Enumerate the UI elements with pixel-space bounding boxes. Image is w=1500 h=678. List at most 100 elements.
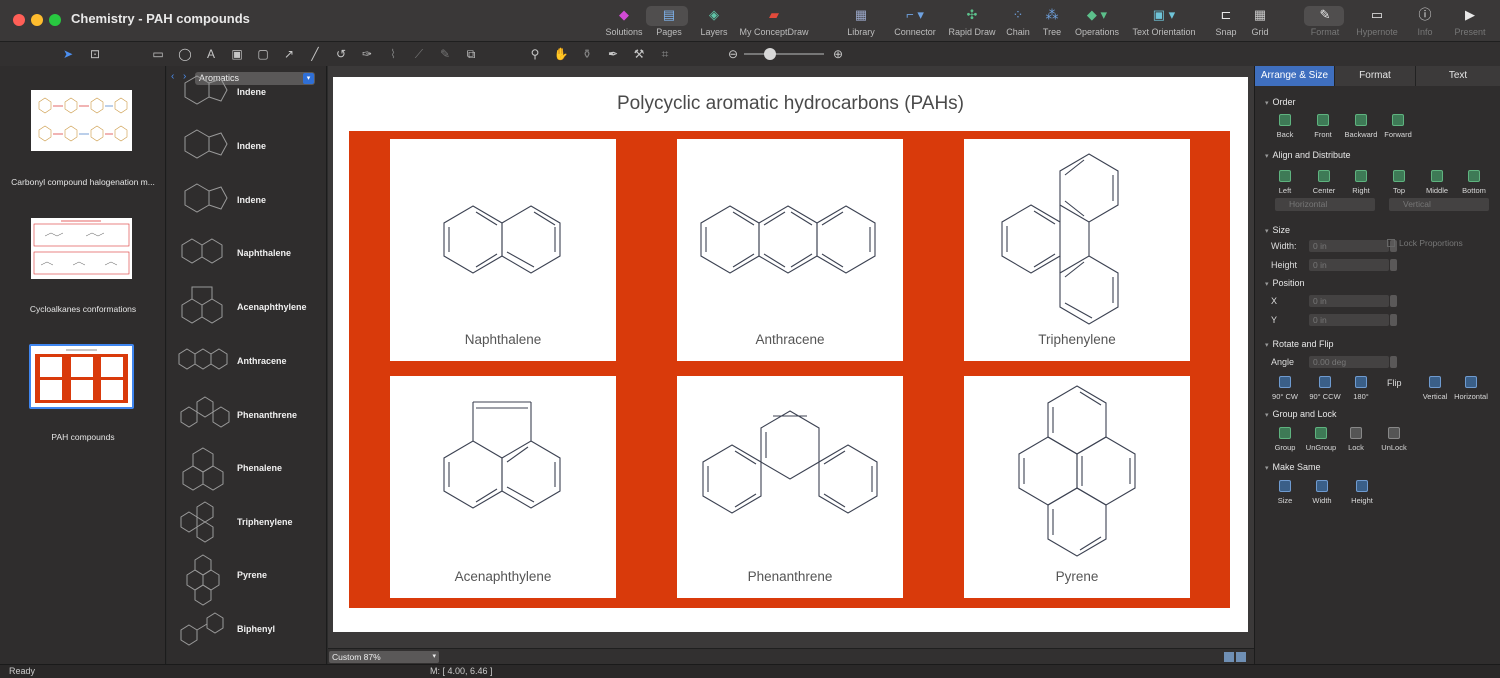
distribute-horizontal-select[interactable]: Horizontal <box>1275 198 1375 211</box>
toolbar-layers[interactable]: ◈ Layers <box>690 6 738 37</box>
tab-arrange-size[interactable]: Arrange & Size <box>1255 66 1335 86</box>
library-item[interactable]: Anthracene <box>167 335 327 387</box>
select-pointer-icon[interactable]: ➤ <box>60 46 76 62</box>
library-item[interactable]: Naphthalene <box>167 227 327 279</box>
library-item[interactable]: Indene <box>167 174 327 226</box>
toolbar-snap[interactable]: ⊏ Snap <box>1210 6 1242 37</box>
search-icon[interactable]: ⚲ <box>527 46 543 62</box>
zoom-slider-thumb[interactable] <box>764 48 776 60</box>
order-back-button[interactable]: Back <box>1267 114 1303 139</box>
make-same-width-button[interactable]: Width <box>1304 480 1340 505</box>
section-rotate-flip[interactable]: ▾ Rotate and Flip <box>1265 339 1334 349</box>
y-stepper[interactable] <box>1390 314 1397 326</box>
toolbar-present[interactable]: ▶ Present <box>1448 6 1492 37</box>
align-top-button[interactable]: Top <box>1381 170 1417 195</box>
toolbar-my-conceptdraw[interactable]: ▰ My ConceptDraw <box>735 6 813 37</box>
section-order[interactable]: ▾ Order <box>1265 97 1296 107</box>
toolbar-operations[interactable]: ◆ ▾ Operations <box>1070 6 1124 37</box>
lock-button[interactable]: Lock <box>1338 427 1374 452</box>
compound-card-naphthalene[interactable]: Naphthalene <box>390 139 616 361</box>
compound-card-anthracene[interactable]: Anthracene <box>677 139 903 361</box>
library-item[interactable]: Phenanthrene <box>167 389 327 441</box>
library-item[interactable]: Acenaphthylene <box>167 281 327 333</box>
section-size[interactable]: ▾ Size <box>1265 225 1290 235</box>
close-window-button[interactable] <box>13 14 25 26</box>
section-group-lock[interactable]: ▾ Group and Lock <box>1265 409 1337 419</box>
polyline-tool-icon[interactable]: ⟋ <box>411 46 427 62</box>
layout-toggle-icon[interactable] <box>1236 652 1246 662</box>
align-center-button[interactable]: Center <box>1306 170 1342 195</box>
diagram-title[interactable]: Polycyclic aromatic hydrocarbons (PAHs) <box>333 93 1248 115</box>
x-position-field[interactable]: 0 in <box>1309 295 1397 307</box>
toolbar-info[interactable]: ⓘ Info <box>1406 6 1444 37</box>
toolbar-format[interactable]: ✎ Format <box>1304 6 1346 37</box>
align-right-button[interactable]: Right <box>1343 170 1379 195</box>
group-button[interactable]: Group <box>1267 427 1303 452</box>
page-thumbnail-cycloalkanes[interactable] <box>31 218 132 279</box>
toolbar-chain[interactable]: ⁘ Chain <box>1000 6 1036 37</box>
minimize-window-button[interactable] <box>31 14 43 26</box>
zoom-in-icon[interactable]: ⊕ <box>830 46 846 62</box>
hand-pan-icon[interactable]: ✋ <box>553 46 569 62</box>
toolbar-solutions[interactable]: ◆ Solutions <box>600 6 648 37</box>
label-tool-icon[interactable]: ▣ <box>229 46 245 62</box>
rotate-180-button[interactable]: 180° <box>1343 376 1379 401</box>
order-forward-button[interactable]: Forward <box>1380 114 1416 139</box>
section-align[interactable]: ▾ Align and Distribute <box>1265 150 1351 160</box>
page-thumbnail-carbonyl[interactable] <box>31 90 132 151</box>
toolbar-hypernote[interactable]: ▭ Hypernote <box>1352 6 1402 37</box>
library-item[interactable]: Triphenylene <box>167 496 327 548</box>
arc-tool-icon[interactable]: ↺ <box>333 46 349 62</box>
rectangle-tool-icon[interactable]: ▭ <box>150 46 166 62</box>
page-thumbnail-pah[interactable] <box>31 346 132 407</box>
make-same-height-button[interactable]: Height <box>1344 480 1380 505</box>
toolbar-library[interactable]: ▦ Library <box>838 6 884 37</box>
ellipse-tool-icon[interactable]: ◯ <box>177 46 193 62</box>
ungroup-button[interactable]: UnGroup <box>1303 427 1339 452</box>
zoom-out-icon[interactable]: ⊖ <box>725 46 741 62</box>
library-item[interactable]: Pyrene <box>167 549 327 606</box>
bezier-tool-icon[interactable]: ⌇ <box>385 46 401 62</box>
section-position[interactable]: ▾ Position <box>1265 278 1305 288</box>
height-field[interactable]: 0 in <box>1309 259 1397 271</box>
zoom-slider[interactable] <box>744 48 824 60</box>
stamp-icon[interactable]: ⚱ <box>579 46 595 62</box>
align-left-button[interactable]: Left <box>1267 170 1303 195</box>
toolbar-tree[interactable]: ⁂ Tree <box>1036 6 1068 37</box>
text-tool-icon[interactable]: A <box>203 46 219 62</box>
toolbar-connector[interactable]: ⌐ ▾ Connector <box>890 6 940 37</box>
order-backward-button[interactable]: Backward <box>1343 114 1379 139</box>
compound-card-acenaphthylene[interactable]: Acenaphthylene <box>390 376 616 598</box>
freehand-tool-icon[interactable]: ✎ <box>437 46 453 62</box>
layout-toggle-icon[interactable] <box>1224 652 1234 662</box>
distribute-vertical-select[interactable]: Vertical <box>1389 198 1489 211</box>
section-make-same[interactable]: ▾ Make Same <box>1265 462 1321 472</box>
eyedropper-icon[interactable]: ✒ <box>605 46 621 62</box>
compound-card-pyrene[interactable]: Pyrene <box>964 376 1190 598</box>
width-field[interactable]: 0 in <box>1309 240 1397 252</box>
library-item[interactable]: Phenalene <box>167 442 327 494</box>
format-painter-icon[interactable]: ⚒ <box>631 46 647 62</box>
y-position-field[interactable]: 0 in <box>1309 314 1397 326</box>
compound-card-phenanthrene[interactable]: Phenanthrene <box>677 376 903 598</box>
angle-stepper[interactable] <box>1390 356 1397 368</box>
x-stepper[interactable] <box>1390 295 1397 307</box>
tab-text[interactable]: Text <box>1416 66 1500 86</box>
callout-tool-icon[interactable]: ▢ <box>255 46 271 62</box>
compound-card-triphenylene[interactable]: Triphenylene <box>964 139 1190 361</box>
library-item[interactable]: Biphenyl <box>167 603 327 655</box>
pen-tool-icon[interactable]: ✑ <box>359 46 375 62</box>
flip-horizontal-button[interactable]: Horizontal <box>1453 376 1489 401</box>
tab-format[interactable]: Format <box>1335 66 1416 86</box>
toolbar-pages[interactable]: ▤ Pages <box>645 6 693 37</box>
arrow-tool-icon[interactable]: ↗ <box>281 46 297 62</box>
line-tool-icon[interactable]: ╱ <box>307 46 323 62</box>
toolbar-text-orientation[interactable]: ▣ ▾ Text Orientation <box>1128 6 1200 37</box>
align-bottom-button[interactable]: Bottom <box>1456 170 1492 195</box>
unlock-button[interactable]: UnLock <box>1376 427 1412 452</box>
order-front-button[interactable]: Front <box>1305 114 1341 139</box>
library-item[interactable]: Indene <box>167 66 327 118</box>
zoom-window-button[interactable] <box>49 14 61 26</box>
zoom-select[interactable]: Custom 87% ▾ <box>329 651 439 663</box>
toolbar-grid[interactable]: ▦ Grid <box>1244 6 1276 37</box>
